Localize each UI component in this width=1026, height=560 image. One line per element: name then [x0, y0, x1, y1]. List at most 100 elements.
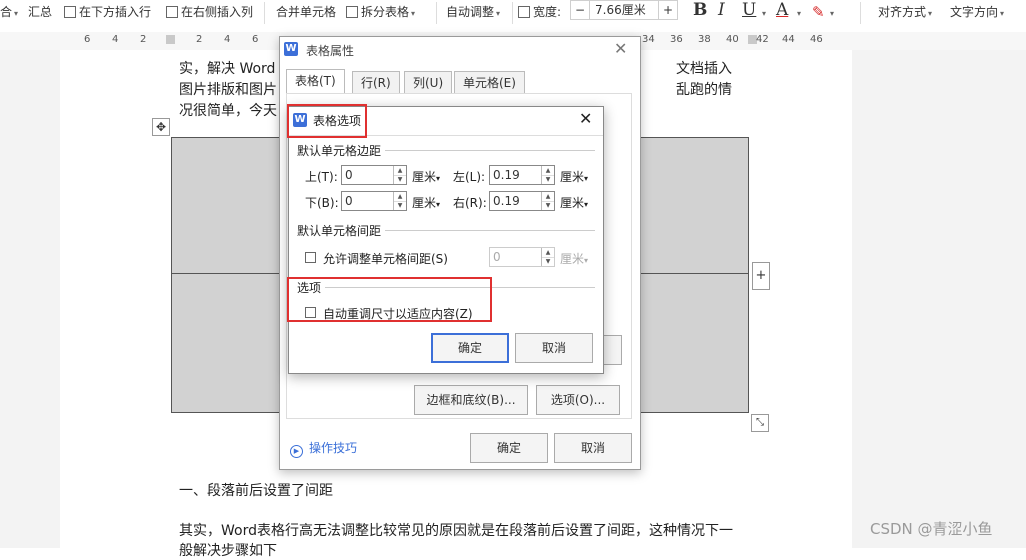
left-margin-input[interactable]: 0.19 ▲ ▼ [489, 165, 555, 185]
text-direction-label: 文字方向 [950, 5, 999, 19]
cancel-button[interactable]: 取消 [515, 333, 593, 363]
ok-button[interactable]: 确定 [470, 433, 548, 463]
doc-paragraph: 般解决步骤如下 [179, 543, 277, 559]
font-color-dropdown[interactable]: ▾ [795, 2, 801, 22]
highlight-box-title [287, 104, 367, 138]
ruler-tick: 2 [140, 34, 147, 45]
cancel-button[interactable]: 取消 [554, 433, 632, 463]
split-table-button[interactable]: 拆分表格 ▾ [346, 2, 415, 22]
insert-row-below-button[interactable]: 在下方插入行 [64, 2, 151, 22]
top-margin-input[interactable]: 0 ▲ ▼ [341, 165, 407, 185]
spin-down-icon[interactable]: ▼ [542, 257, 554, 266]
hidden-button-edge[interactable] [602, 335, 622, 365]
spacing-input[interactable]: 0 ▲ ▼ [489, 247, 555, 267]
summary-button[interactable]: 汇总 [28, 2, 52, 22]
top-unit-select[interactable]: 厘米▾ [412, 168, 440, 185]
play-icon: ▶ [290, 445, 303, 458]
right-margin-input[interactable]: 0.19 ▲ ▼ [489, 191, 555, 211]
bottom-unit-select[interactable]: 厘米▾ [412, 194, 440, 211]
ruler-tick: 4 [112, 34, 119, 45]
close-icon[interactable]: ✕ [614, 39, 627, 58]
border-shading-button[interactable]: 边框和底纹(B)... [414, 385, 528, 415]
spin-down-icon[interactable]: ▼ [542, 201, 554, 210]
tips-label: 操作技巧 [309, 441, 358, 455]
bold-button[interactable]: B [693, 0, 707, 20]
unit-label: 厘米 [560, 170, 585, 184]
spin-down-icon[interactable]: ▼ [394, 201, 406, 210]
right-unit-select[interactable]: 厘米▾ [560, 194, 588, 211]
tab-cell[interactable]: 单元格(E) [454, 71, 525, 94]
options-button[interactable]: 选项(O)... [536, 385, 620, 415]
dialog-title: 表格属性 [306, 44, 355, 58]
doc-text-line: 乱跑的情 [676, 82, 732, 98]
split-table-label: 拆分表格 [361, 5, 410, 19]
toolbar-divider [860, 2, 861, 24]
unit-label: 厘米 [412, 170, 437, 184]
close-icon[interactable]: ✕ [579, 109, 592, 128]
merge-partial-button[interactable]: 合 ▾ [0, 2, 18, 22]
left-unit-select[interactable]: 厘米▾ [560, 168, 588, 185]
toolbar-divider [264, 2, 265, 24]
font-color-button[interactable]: A [776, 0, 788, 20]
allow-spacing-checkbox[interactable] [305, 252, 316, 263]
doc-text-line: 实，解决 Word [179, 61, 276, 77]
merge-cells-button[interactable]: 合并单元格 [276, 2, 336, 22]
bottom-margin-input[interactable]: 0 ▲ ▼ [341, 191, 407, 211]
width-decrease-button[interactable]: − [571, 1, 590, 19]
right-margin-value: 0.19 [493, 194, 520, 208]
tab-column[interactable]: 列(U) [404, 71, 453, 94]
align-button[interactable]: 对齐方式 ▾ [878, 2, 932, 22]
doc-paragraph: 其实，Word表格行高无法调整比较常见的原因就是在段落前后设置了间距，这种情况下… [179, 523, 733, 539]
doc-text-line: 图片排版和图片 [179, 82, 277, 98]
table-options-dialog: W 表格选项 ✕ 默认单元格边距 上(T): 0 ▲ ▼ 厘米▾ 左(L): 0.… [288, 106, 604, 374]
doc-text-line: 文档插入 [676, 61, 732, 77]
width-control: 宽度: [518, 2, 561, 22]
text-direction-button[interactable]: 文字方向 ▾ [950, 2, 1004, 22]
width-label: 宽度: [533, 5, 562, 19]
spin-down-icon[interactable]: ▼ [542, 175, 554, 184]
spinner-arrows[interactable]: ▲ ▼ [541, 192, 554, 210]
doc-text-line: 况很简单，今天 [179, 103, 277, 119]
bottom-margin-value: 0 [345, 194, 353, 208]
ruler-tick: 44 [782, 34, 795, 45]
width-icon [518, 6, 530, 18]
tab-table[interactable]: 表格(T) [286, 69, 345, 94]
underline-button[interactable]: U [742, 0, 756, 20]
width-increase-button[interactable]: + [658, 1, 677, 19]
ruler-tick: 46 [810, 34, 823, 45]
insert-row-icon [64, 6, 76, 18]
auto-fit-button[interactable]: 自动调整 ▾ [446, 2, 500, 22]
tab-row[interactable]: 行(R) [352, 71, 400, 94]
ruler-marker[interactable] [166, 35, 175, 44]
highlight-pen-icon[interactable]: ✎ [812, 2, 825, 22]
right-label: 右(R): [453, 196, 487, 210]
highlight-dropdown[interactable]: ▾ [828, 2, 834, 22]
spinner-arrows[interactable]: ▲ ▼ [393, 192, 406, 210]
toolbar-divider [512, 2, 513, 24]
section-title-margins: 默认单元格边距 [297, 142, 386, 159]
ruler-tick: 4 [224, 34, 231, 45]
doc-heading: 一、段落前后设置了间距 [179, 483, 333, 499]
ruler-tick: 42 [756, 34, 769, 45]
insert-col-label: 在右侧插入列 [181, 5, 254, 19]
spinner-arrows[interactable]: ▲ ▼ [393, 166, 406, 184]
ruler-tick: 36 [670, 34, 683, 45]
ok-button[interactable]: 确定 [431, 333, 509, 363]
split-table-icon [346, 6, 358, 18]
italic-button[interactable]: I [718, 0, 725, 20]
underline-dropdown[interactable]: ▾ [760, 2, 766, 22]
table-move-handle-icon[interactable]: ✥ [152, 118, 170, 136]
ruler-tick: 40 [726, 34, 739, 45]
spinner-arrows[interactable]: ▲ ▼ [541, 166, 554, 184]
unit-label: 厘米 [560, 196, 585, 210]
width-input[interactable]: − 7.66厘米 + [570, 0, 678, 20]
insert-col-right-button[interactable]: 在右侧插入列 [166, 2, 253, 22]
spacing-unit-select[interactable]: 厘米▾ [560, 250, 588, 267]
add-column-icon[interactable]: + [752, 262, 770, 290]
tips-link[interactable]: ▶ 操作技巧 [290, 439, 357, 458]
table-resize-icon[interactable]: ⤡ [751, 414, 769, 432]
insert-col-icon [166, 6, 178, 18]
unit-label: 厘米 [560, 252, 585, 266]
spinner-arrows[interactable]: ▲ ▼ [541, 248, 554, 266]
spin-down-icon[interactable]: ▼ [394, 175, 406, 184]
